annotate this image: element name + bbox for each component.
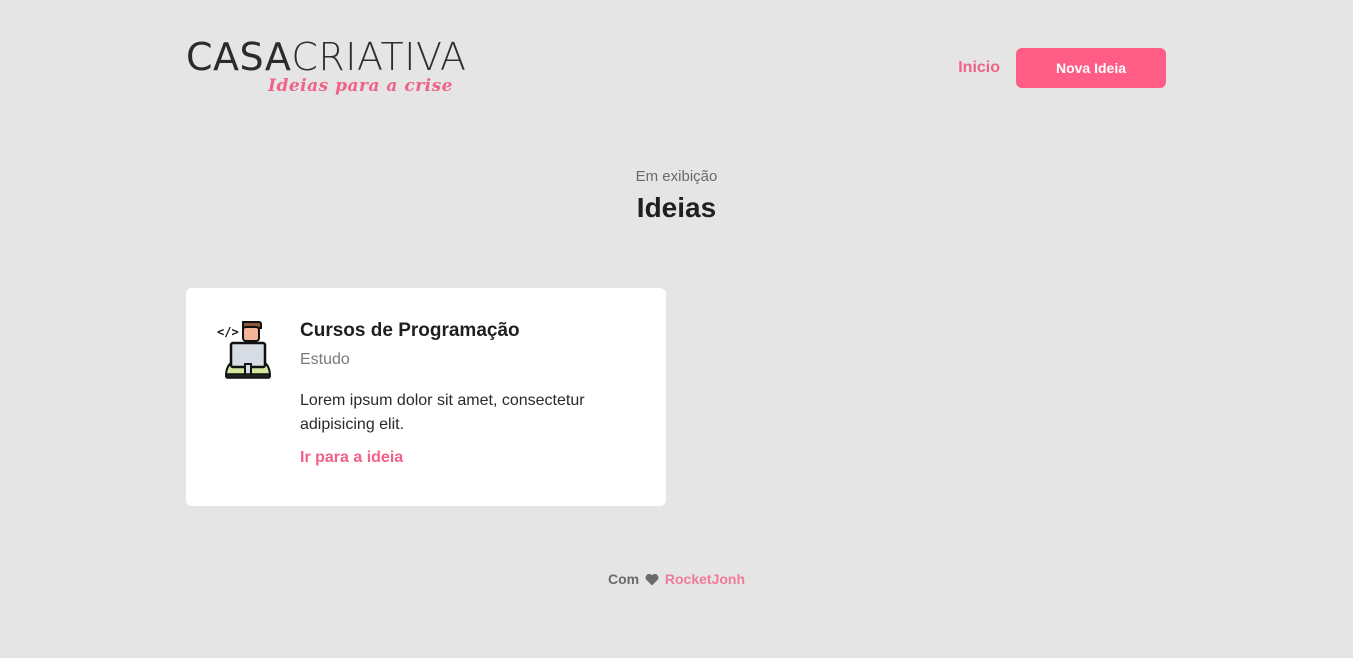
go-to-idea-link[interactable]: Ir para a ideia: [300, 449, 403, 467]
nav-link-home[interactable]: Inicio: [958, 59, 1000, 77]
main-nav: Inicio Nova Ideia: [958, 48, 1166, 88]
idea-description: Lorem ipsum dolor sit amet, consectetur …: [300, 392, 585, 433]
idea-title: Cursos de Programação: [300, 320, 520, 341]
logo-wordmark-part1: CASA: [186, 35, 292, 79]
logo-tagline: Ideias para a crise: [268, 76, 453, 96]
new-idea-button[interactable]: Nova Ideia: [1016, 48, 1166, 88]
programmer-laptop-icon: </>: [216, 318, 280, 382]
logo-wordmark-part2: CRIATIVA: [291, 35, 467, 79]
logo-wordmark: CASACRIATIVA: [186, 38, 467, 76]
footer-prefix: Com: [607, 571, 640, 587]
idea-card: </> Cursos de Programação Estudo Lorem i…: [186, 288, 666, 506]
ideas-section-header: Em exibição Ideias: [0, 166, 1353, 226]
idea-card-body: Cursos de Programação Estudo Lorem ipsum…: [300, 318, 640, 467]
heart-icon: [645, 572, 659, 590]
idea-category: Estudo: [300, 351, 350, 368]
svg-text:</>: </>: [217, 325, 239, 339]
section-title: Ideias: [636, 192, 717, 223]
footer-author-link[interactable]: RocketJonh: [665, 571, 745, 587]
page: CASACRIATIVA Ideias para a crise Inicio …: [0, 0, 1353, 658]
logo[interactable]: CASACRIATIVA Ideias para a crise: [186, 38, 486, 100]
header: CASACRIATIVA Ideias para a crise Inicio …: [186, 38, 1166, 100]
footer: Com RocketJonh: [0, 570, 1353, 590]
section-subtitle: Em exibição: [635, 168, 718, 185]
